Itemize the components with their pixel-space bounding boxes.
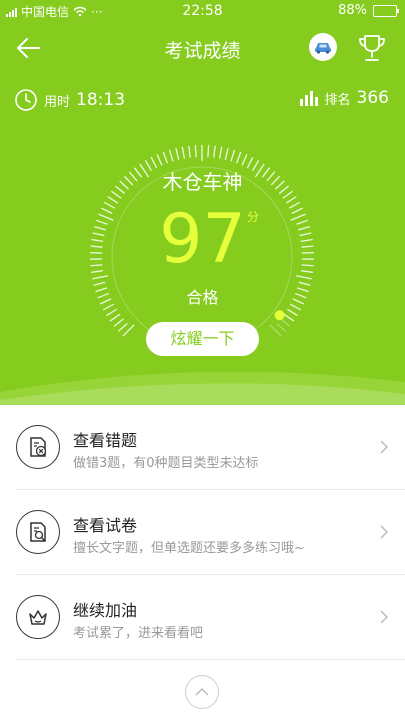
rank-stat: 排名 366 <box>299 88 389 108</box>
chevron-right-icon <box>380 440 389 454</box>
gauge-tick <box>230 149 236 162</box>
gauge-tick <box>188 145 191 158</box>
chevron-right-icon <box>380 610 389 624</box>
list-item-subtitle: 擅长文字题，但单选题还要多多练习哦~ <box>73 541 305 556</box>
bar-chart-icon <box>299 91 318 106</box>
gauge-tick <box>283 313 295 322</box>
scroll-up-button[interactable] <box>185 675 219 709</box>
crown-icon <box>16 595 60 639</box>
time-stat: 用时 18:13 <box>14 88 125 112</box>
chevron-up-icon <box>195 687 209 696</box>
exam-paper-icon <box>16 510 60 554</box>
gauge-tick <box>106 308 118 317</box>
gauge-tick <box>241 154 248 166</box>
gauge-tick <box>236 151 242 164</box>
wrong-answers-icon <box>16 425 60 469</box>
clock-icon <box>15 89 37 111</box>
gauge-tick <box>218 146 223 159</box>
list-item-keep-going[interactable]: 继续加油 考试累了，进来看看吧 <box>16 575 405 660</box>
gauge-tick <box>117 322 128 332</box>
action-list: 查看错题 做错3题，有0种题目类型未达标 查看试卷 擅长文字题，但单选题还要多多… <box>0 405 405 660</box>
user-name: 木仓车神 <box>162 170 243 194</box>
gauge-tick <box>175 147 180 160</box>
status-bar: 中国电信 ··· 22:58 88% <box>0 0 405 22</box>
hero-wave <box>0 371 405 405</box>
page-title: 考试成绩 <box>164 40 241 62</box>
list-item-subtitle: 做错3题，有0种题目类型未达标 <box>73 456 259 471</box>
gauge-tick <box>286 308 298 317</box>
gauge-tick <box>109 313 121 322</box>
gauge-tick <box>280 318 291 327</box>
list-item-title: 查看错题 <box>73 431 138 450</box>
list-item-title: 继续加油 <box>73 601 138 620</box>
gauge-tick <box>181 146 186 159</box>
chevron-right-icon <box>380 525 389 539</box>
list-item-title: 查看试卷 <box>73 516 138 535</box>
score-value: 97 <box>159 200 246 279</box>
list-item-exam-paper[interactable]: 查看试卷 擅长文字题，但单选题还要多多练习哦~ <box>16 490 405 575</box>
list-item-subtitle: 考试累了，进来看看吧 <box>73 626 204 641</box>
rank-value: 366 <box>356 88 389 108</box>
list-item-wrong-answers[interactable]: 查看错题 做错3题，有0种题目类型未达标 <box>16 405 405 490</box>
score-unit: 分 <box>247 210 260 224</box>
gauge-marker <box>274 310 285 321</box>
gauge-tick <box>162 151 168 164</box>
status-right: 88% <box>338 3 399 18</box>
gauge-tick <box>113 318 124 327</box>
stats-row: 用时 18:13 排名 366 <box>0 88 405 116</box>
gauge-tick <box>224 147 229 160</box>
gauge-tick <box>213 145 216 158</box>
gauge-tick <box>276 322 287 332</box>
battery-percent: 88% <box>338 3 367 18</box>
nav-bar: 考试成绩 <box>0 22 405 74</box>
car-button[interactable] <box>309 33 337 61</box>
car-icon <box>315 43 331 54</box>
share-button[interactable]: 炫耀一下 <box>146 322 259 356</box>
time-value: 18:13 <box>76 90 126 110</box>
gauge-tick <box>194 145 197 158</box>
pass-status: 合格 <box>186 288 219 307</box>
time-label: 用时 <box>44 94 71 110</box>
gauge-tick <box>156 154 163 166</box>
trophy-icon[interactable] <box>358 33 386 63</box>
battery-icon <box>373 4 399 17</box>
rank-label: 排名 <box>324 92 351 108</box>
gauge-tick <box>207 145 210 158</box>
gauge-tick <box>168 149 174 162</box>
